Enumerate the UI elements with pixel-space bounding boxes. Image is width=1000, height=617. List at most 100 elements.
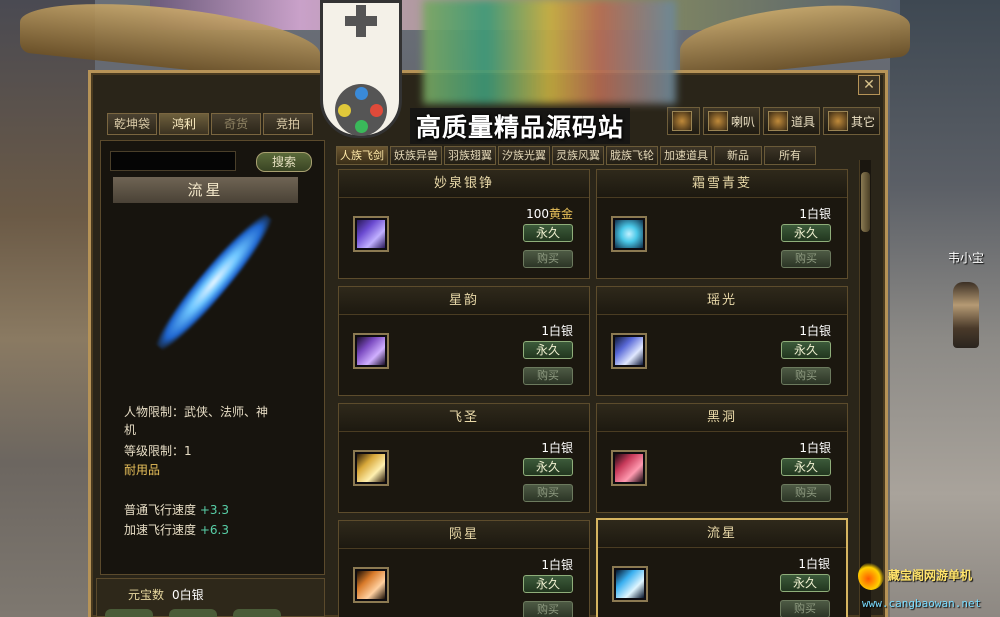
background-scene-left: [0, 0, 95, 617]
duration-button[interactable]: 永久: [781, 458, 831, 476]
site-logo-text: 藏宝阁网游单机: [888, 568, 973, 583]
category-label: 道具: [791, 114, 816, 129]
product-price: 1白银: [541, 322, 573, 339]
price-unit: 白银: [548, 441, 573, 455]
product-name: 妙泉银铮: [339, 170, 589, 198]
people-restriction: 人物限制：武侠、法师、神: [124, 403, 268, 420]
tab-qihuo[interactable]: 奇货: [211, 113, 261, 135]
category-items[interactable]: 道具: [763, 107, 821, 135]
flame-icon: [858, 562, 884, 590]
product-icon[interactable]: [611, 216, 647, 252]
search-input[interactable]: [110, 151, 236, 171]
people-restriction-wrap: 机: [124, 423, 137, 437]
product-price: 1白银: [798, 555, 830, 572]
tab-all[interactable]: 所有: [764, 146, 816, 165]
currency-button-3[interactable]: [233, 609, 281, 617]
price-unit: 白银: [806, 207, 831, 221]
tab-hongli[interactable]: 鸿利: [159, 113, 209, 135]
tab-qiankun-bag[interactable]: 乾坤袋: [107, 113, 157, 135]
price-unit: 白银: [805, 557, 830, 571]
tab-human-sword[interactable]: 人族飞剑: [336, 146, 388, 165]
level-restriction-value: 1: [184, 444, 192, 458]
normal-speed-value: +3.3: [199, 503, 229, 517]
level-restriction: 等级限制：1: [124, 442, 192, 459]
price-number: 1: [541, 441, 549, 455]
watermark-title: 高质量精品源码站: [410, 108, 631, 144]
product-icon[interactable]: [612, 566, 648, 602]
green-dot-icon: [355, 120, 368, 133]
currency-button-1[interactable]: [105, 609, 153, 617]
duration-button[interactable]: 永久: [780, 574, 830, 592]
product-card[interactable]: 飞圣 1白银 永久 购买: [338, 403, 590, 513]
npc-character[interactable]: [953, 282, 979, 348]
buy-button[interactable]: 购买: [523, 250, 573, 268]
price-number: 1: [541, 558, 549, 572]
horn-icon: [708, 111, 728, 131]
tab-demon-beast[interactable]: 妖族异兽: [390, 146, 442, 165]
currency-display: 元宝数 0白银: [128, 586, 204, 603]
buy-button[interactable]: 购买: [781, 484, 831, 502]
product-name: 陨星: [339, 521, 589, 549]
product-price: 1白银: [541, 556, 573, 573]
dpad-icon: [345, 5, 377, 37]
search-button[interactable]: 搜索: [256, 152, 312, 172]
blue-dot-icon: [355, 87, 368, 100]
product-icon[interactable]: [353, 333, 389, 369]
currency-button-2[interactable]: [169, 609, 217, 617]
product-card[interactable]: 星韵 1白银 永久 购买: [338, 286, 590, 396]
product-card[interactable]: 霜雪青芰 1白银 永久 购买: [596, 169, 848, 279]
product-card-selected[interactable]: 流星 1白银 永久 购买: [596, 518, 848, 617]
tab-speed-items[interactable]: 加速道具: [660, 146, 712, 165]
product-icon[interactable]: [611, 450, 647, 486]
tab-auction[interactable]: 竞拍: [263, 113, 313, 135]
buy-button[interactable]: 购买: [781, 367, 831, 385]
product-grid: 妙泉银铮 100黄金 永久 购买 霜雪青芰 1白银 永久 购买 星韵 1白银 永…: [338, 169, 858, 617]
product-card[interactable]: 瑶光 1白银 永久 购买: [596, 286, 848, 396]
tab-xi-lightwings[interactable]: 汐族光翼: [498, 146, 550, 165]
item-preview-image: [140, 207, 285, 357]
subcategory-tabs: 人族飞剑 妖族异兽 羽族翅翼 汐族光翼 灵族风翼 胧族飞轮 加速道具 新品 所有: [336, 146, 816, 165]
product-icon[interactable]: [353, 567, 389, 603]
price-unit: 白银: [548, 558, 573, 572]
buy-button[interactable]: 购买: [523, 484, 573, 502]
people-restriction-label: 人物限制：: [124, 405, 185, 419]
buy-button[interactable]: 购买: [523, 601, 573, 617]
buy-button[interactable]: 购买: [780, 600, 830, 617]
sword-icon: [148, 207, 280, 357]
price-number: 1: [799, 441, 807, 455]
category-horn[interactable]: 喇叭: [703, 107, 761, 135]
duration-button[interactable]: 永久: [523, 458, 573, 476]
product-icon[interactable]: [353, 216, 389, 252]
product-card[interactable]: 黑洞 1白银 永久 购买: [596, 403, 848, 513]
buy-button[interactable]: 购买: [523, 367, 573, 385]
product-card[interactable]: 妙泉银铮 100黄金 永久 购买: [338, 169, 590, 279]
tab-new[interactable]: 新品: [714, 146, 762, 165]
duration-button[interactable]: 永久: [523, 224, 573, 242]
duration-button[interactable]: 永久: [523, 575, 573, 593]
currency-buttons: [105, 609, 281, 617]
close-button[interactable]: ✕: [858, 75, 880, 95]
selected-item-title: 流星: [113, 177, 298, 203]
duration-button[interactable]: 永久: [523, 341, 573, 359]
price-number: 1: [799, 207, 807, 221]
product-icon[interactable]: [353, 450, 389, 486]
scrollbar-thumb[interactable]: [861, 172, 870, 232]
level-restriction-label: 等级限制：: [124, 444, 185, 458]
torch-icon: [672, 111, 692, 131]
product-scrollbar[interactable]: [859, 160, 871, 617]
product-icon[interactable]: [611, 333, 647, 369]
tab-spirit-windwings[interactable]: 灵族风翼: [552, 146, 604, 165]
background-scene-right: [890, 0, 1000, 617]
buy-button[interactable]: 购买: [781, 250, 831, 268]
category-torch[interactable]: [667, 107, 700, 135]
product-card[interactable]: 陨星 1白银 永久 购买: [338, 520, 590, 617]
tab-long-flywheel[interactable]: 胧族飞轮: [606, 146, 658, 165]
price-number: 1: [798, 557, 806, 571]
normal-speed-label: 普通飞行速度: [124, 503, 197, 517]
duration-button[interactable]: 永久: [781, 341, 831, 359]
tab-feather-wings[interactable]: 羽族翅翼: [444, 146, 496, 165]
duration-button[interactable]: 永久: [781, 224, 831, 242]
npc-name: 韦小宝: [948, 251, 985, 265]
category-other[interactable]: 其它: [823, 107, 881, 135]
yellow-dot-icon: [338, 104, 351, 117]
